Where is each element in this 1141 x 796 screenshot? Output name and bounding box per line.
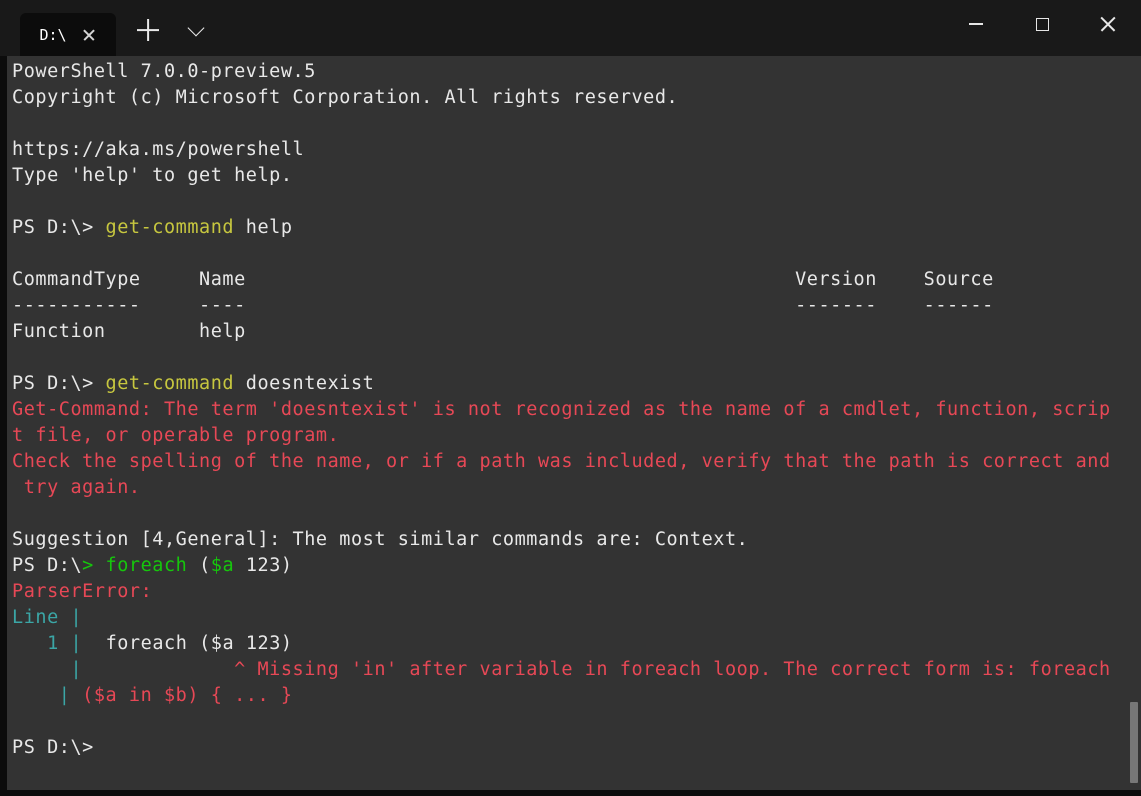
terminal-window: D:\ P [0,0,1141,796]
terminal-text: | [70,607,82,628]
plus-icon [137,19,159,41]
terminal-line-blank-6 [12,709,1141,735]
terminal-line-blank-2 [12,189,1141,215]
terminal-text: ^ Missing 'in' after variable in foreach… [82,659,1111,680]
tab-title: D:\ [39,26,66,44]
terminal-output: PowerShell 7.0.0-preview.5 Copyright (c) … [7,58,1141,761]
tab-strip: D:\ [0,0,218,56]
title-bar: D:\ [0,0,1141,56]
terminal-line-err-1c: Check the spelling of the name, or if a … [12,449,1141,475]
terminal-text: ($a in $b) { ... } [70,685,292,706]
terminal-scrollbar[interactable] [1129,56,1139,790]
terminal-surface[interactable]: PowerShell 7.0.0-preview.5 Copyright (c) … [7,56,1141,790]
maximize-button[interactable] [1009,0,1075,48]
terminal-line-table-header: CommandType Name Version Source [12,267,1141,293]
scrollbar-thumb[interactable] [1130,702,1138,783]
terminal-text: foreach [106,555,188,576]
terminal-text: Type 'help' to get help. [12,165,293,186]
terminal-text [12,659,70,680]
terminal-line-err-hint: | ($a in $b) { ... } [12,683,1141,709]
minimize-button[interactable] [943,0,1009,48]
terminal-text: https://aka.ms/powershell [12,139,304,160]
terminal-text: CommandType Name Version Source [12,269,994,290]
terminal-line-parser-error: ParserError: [12,579,1141,605]
terminal-text: help [234,217,292,238]
terminal-line-banner-help: Type 'help' to get help. [12,163,1141,189]
minimize-icon [969,23,983,25]
terminal-text [12,633,47,654]
terminal-text: Line [12,607,70,628]
terminal-text [12,113,24,134]
terminal-text [94,555,106,576]
terminal-text [12,191,24,212]
terminal-text: PowerShell 7.0.0-preview.5 [12,61,316,82]
terminal-text: | [70,633,82,654]
tab-dropdown-button[interactable] [174,12,218,48]
terminal-text [12,503,24,524]
terminal-line-err-line-1: 1 | foreach ($a 123) [12,631,1141,657]
tab-powershell[interactable]: D:\ [20,13,116,57]
terminal-text: Check the spelling of the name, or if a … [12,451,1111,472]
terminal-text: 1 [47,633,59,654]
terminal-line-blank-4 [12,345,1141,371]
terminal-line-cmd-4: PS D:\> [12,735,1141,761]
terminal-text: Copyright (c) Microsoft Corporation. All… [12,87,678,108]
terminal-text [12,243,24,264]
close-icon [1099,15,1117,33]
terminal-text: 123) [234,555,292,576]
terminal-line-banner-version: PowerShell 7.0.0-preview.5 [12,59,1141,85]
maximize-icon [1036,18,1049,31]
terminal-line-suggestion: Suggestion [4,General]: The most similar… [12,527,1141,553]
terminal-line-cmd-1: PS D:\> get-command help [12,215,1141,241]
terminal-line-blank-5 [12,501,1141,527]
terminal-text: PS D:\> [12,373,106,394]
terminal-text [12,347,24,368]
terminal-text: ParserError: [12,581,152,602]
terminal-line-err-line-label: Line | [12,605,1141,631]
terminal-text [12,685,59,706]
terminal-text: $a [211,555,234,576]
terminal-text: doesntexist [234,373,374,394]
terminal-line-blank-3 [12,241,1141,267]
terminal-line-blank-1 [12,111,1141,137]
terminal-line-cmd-2: PS D:\> get-command doesntexist [12,371,1141,397]
tab-actions [126,8,218,52]
terminal-text: Get-Command: The term 'doesntexist' is n… [12,399,1111,420]
close-button[interactable] [1075,0,1141,48]
terminal-text: PS D:\ [12,555,82,576]
terminal-line-err-1d: try again. [12,475,1141,501]
terminal-text: Function help [12,321,246,342]
terminal-text: try again. [12,477,141,498]
terminal-text: get-command [106,217,235,238]
terminal-text: ( [187,555,210,576]
terminal-pane: PowerShell 7.0.0-preview.5 Copyright (c) … [0,56,1141,796]
terminal-line-table-row-1: Function help [12,319,1141,345]
terminal-text: PS D:\> [12,737,94,758]
window-controls [943,0,1141,48]
terminal-line-cmd-3: PS D:\> foreach ($a 123) [12,553,1141,579]
terminal-text: get-command [106,373,235,394]
new-tab-button[interactable] [126,12,170,48]
terminal-line-banner-url: https://aka.ms/powershell [12,137,1141,163]
chevron-down-icon [186,20,206,40]
terminal-text [59,633,71,654]
terminal-line-err-caret: | ^ Missing 'in' after variable in forea… [12,657,1141,683]
terminal-line-banner-copyright: Copyright (c) Microsoft Corporation. All… [12,85,1141,111]
tab-close-icon[interactable] [81,27,97,43]
terminal-text: | [59,685,71,706]
terminal-text: | [70,659,82,680]
terminal-text: PS D:\> [12,217,106,238]
terminal-text: ----------- ---- ------- ------ [12,295,994,316]
terminal-text: Suggestion [4,General]: The most similar… [12,529,748,550]
terminal-text: > [82,555,94,576]
terminal-line-table-rule: ----------- ---- ------- ------ [12,293,1141,319]
terminal-line-err-1a: Get-Command: The term 'doesntexist' is n… [12,397,1141,423]
terminal-text: t file, or operable program. [12,425,339,446]
terminal-line-err-1b: t file, or operable program. [12,423,1141,449]
terminal-text: foreach ($a 123) [82,633,292,654]
terminal-text [12,711,24,732]
